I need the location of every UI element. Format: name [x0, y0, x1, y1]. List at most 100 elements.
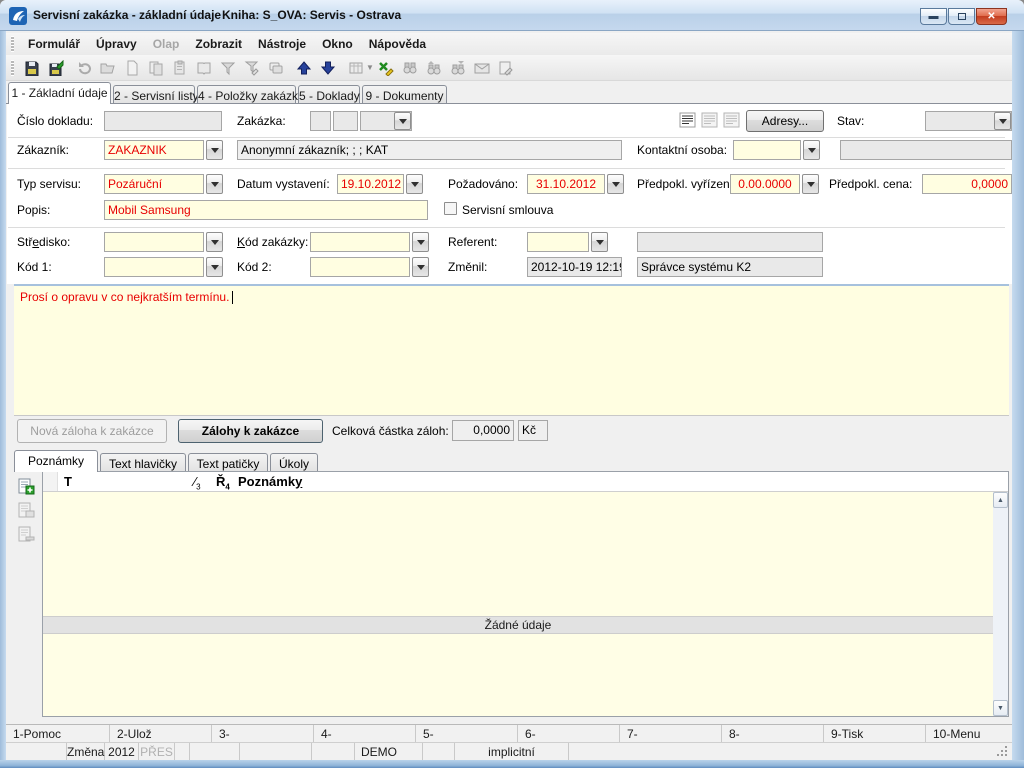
fkey-1[interactable]: 1-Pomoc — [6, 725, 110, 742]
minimize-button[interactable]: ▬ — [920, 8, 947, 25]
scroll-up-icon[interactable]: ▲ — [993, 492, 1008, 508]
kod2-dropdown-button[interactable] — [412, 257, 429, 277]
kod1-dropdown-button[interactable] — [206, 257, 223, 277]
servisni-smlouva-checkbox[interactable] — [444, 202, 457, 215]
paste-document-icon[interactable] — [168, 57, 192, 79]
edit-note-icon[interactable] — [17, 501, 35, 519]
edit-text-icon[interactable] — [494, 57, 518, 79]
pozadovano-field[interactable]: 31.10.2012 — [527, 174, 605, 194]
notes-tab-poznamky[interactable]: Poznámky — [14, 450, 98, 472]
kod-zakazky-field[interactable] — [310, 232, 410, 252]
stredisko-field[interactable] — [104, 232, 204, 252]
zalohy-k-zakazce-button[interactable]: Zálohy k zakázce — [178, 419, 323, 443]
notes-tab-text-paticky[interactable]: Text patičky — [188, 453, 268, 472]
send-email-icon[interactable] — [470, 57, 494, 79]
notes-tab-text-hlavicky[interactable]: Text hlavičky — [100, 453, 186, 472]
notes-scrollbar[interactable]: ▲ ▼ — [993, 492, 1008, 716]
predpokl-vyrizeni-dropdown-button[interactable] — [802, 174, 819, 194]
zakazka-segment2-field[interactable] — [333, 111, 358, 131]
popis-field[interactable]: Mobil Samsung — [104, 200, 428, 220]
new-document-icon[interactable] — [120, 57, 144, 79]
clear-filter-icon[interactable] — [264, 57, 288, 79]
cislo-dokladu-field[interactable] — [104, 111, 222, 131]
referent-detail-field[interactable] — [637, 232, 823, 252]
tab-zakladni-udaje[interactable]: 1 - Základní údaje — [8, 82, 111, 104]
fkey-6[interactable]: 6- — [518, 725, 620, 742]
address-view1-icon[interactable] — [679, 112, 696, 133]
close-button[interactable]: ✕ — [976, 8, 1007, 25]
fkey-5[interactable]: 5- — [416, 725, 518, 742]
notes-table[interactable]: T ⁄3 Ř4 Poznámky Žádné údaje ▲ ▼ — [42, 471, 1009, 717]
delete-note-icon[interactable] — [17, 525, 35, 543]
memo-textarea[interactable]: Prosí o opravu v co nejkratším termínu. — [14, 284, 1009, 416]
kontaktni-osoba-dropdown-button[interactable] — [803, 140, 820, 160]
zmenil-timestamp-field[interactable]: 2012-10-19 12:19 — [527, 257, 622, 277]
fkey-10[interactable]: 10-Menu — [926, 725, 1012, 742]
add-note-icon[interactable] — [17, 477, 35, 495]
notes-col-slash[interactable]: ⁄3 — [194, 474, 201, 492]
typ-servisu-field[interactable]: Pozáruční — [104, 174, 204, 194]
view-settings-caret-icon[interactable]: ▼ — [366, 63, 374, 72]
address-view3-icon[interactable] — [723, 112, 740, 133]
datum-vystaveni-dropdown-button[interactable] — [406, 174, 423, 194]
scroll-down-icon[interactable]: ▼ — [993, 700, 1008, 716]
copy-document-icon[interactable] — [144, 57, 168, 79]
pozadovano-dropdown-button[interactable] — [607, 174, 624, 194]
tab-polozky-zakazky[interactable]: 4 - Položky zakázky — [197, 85, 296, 104]
open-icon[interactable] — [96, 57, 120, 79]
next-record-icon[interactable] — [316, 57, 340, 79]
nova-zaloha-button[interactable]: Nová záloha k zakázce — [17, 419, 167, 443]
book-icon[interactable] — [192, 57, 216, 79]
notes-col-poznamky[interactable]: Poznámky — [238, 474, 302, 489]
tab-dokumenty[interactable]: 9 - Dokumenty — [362, 85, 447, 104]
zakaznik-field[interactable]: ZAKAZNIK — [104, 140, 204, 160]
fkey-7[interactable]: 7- — [620, 725, 722, 742]
menu-zobrazit[interactable]: Zobrazit — [187, 34, 250, 54]
tab-doklady[interactable]: 5 - Doklady — [298, 85, 360, 104]
find-next-icon[interactable] — [446, 57, 470, 79]
kod2-field[interactable] — [310, 257, 410, 277]
fkey-4[interactable]: 4- — [314, 725, 416, 742]
kod1-field[interactable] — [104, 257, 204, 277]
menu-upravy[interactable]: Úpravy — [88, 34, 145, 54]
fkey-8[interactable]: 8- — [722, 725, 824, 742]
adresy-button[interactable]: Adresy... — [746, 110, 824, 132]
notes-col-type[interactable]: T — [64, 474, 72, 489]
menu-formular[interactable]: Formulář — [20, 34, 88, 54]
filter-icon[interactable] — [216, 57, 240, 79]
view-settings-icon[interactable] — [344, 57, 368, 79]
menu-nastroje[interactable]: Nástroje — [250, 34, 314, 54]
zakaznik-detail-field[interactable]: Anonymní zákazník; ; ; KAT — [237, 140, 622, 160]
resize-grip-icon[interactable] — [997, 746, 1009, 758]
maximize-button[interactable] — [948, 8, 975, 25]
notes-table-body[interactable]: Žádné údaje — [43, 492, 993, 716]
stredisko-dropdown-button[interactable] — [206, 232, 223, 252]
typ-servisu-dropdown-button[interactable] — [206, 174, 223, 194]
notes-col-r[interactable]: Ř4 — [216, 474, 230, 492]
celkova-castka-field[interactable]: 0,0000 — [452, 420, 514, 441]
menu-okno[interactable]: Okno — [314, 34, 361, 54]
address-view2-icon[interactable] — [701, 112, 718, 133]
zakazka-segment1-field[interactable] — [310, 111, 331, 131]
kod-zakazky-dropdown-button[interactable] — [412, 232, 429, 252]
zakazka-dropdown-button[interactable] — [394, 112, 411, 130]
fkey-2[interactable]: 2-Ulož — [110, 725, 212, 742]
predpokl-cena-field[interactable]: 0,0000 — [922, 174, 1012, 194]
undo-icon[interactable] — [72, 57, 96, 79]
zmenil-user-field[interactable]: Správce systému K2 — [637, 257, 823, 277]
find-icon[interactable] — [398, 57, 422, 79]
predpokl-vyrizeni-field[interactable]: 0.00.0000 — [730, 174, 800, 194]
kontaktni-osoba-field[interactable] — [733, 140, 801, 160]
filter-edit-icon[interactable] — [240, 57, 264, 79]
fkey-9[interactable]: 9-Tisk — [824, 725, 926, 742]
menu-napoveda[interactable]: Nápověda — [361, 34, 434, 54]
zakaznik-dropdown-button[interactable] — [206, 140, 223, 160]
datum-vystaveni-field[interactable]: 19.10.2012 — [337, 174, 404, 194]
save-icon[interactable] — [20, 57, 44, 79]
previous-record-icon[interactable] — [292, 57, 316, 79]
fkey-3[interactable]: 3- — [212, 725, 314, 742]
confirm-changes-icon[interactable] — [374, 57, 398, 79]
tab-servisni-listy[interactable]: 2 - Servisní listy — [113, 85, 195, 104]
referent-field[interactable] — [527, 232, 589, 252]
menu-olap[interactable]: Olap — [145, 34, 188, 54]
